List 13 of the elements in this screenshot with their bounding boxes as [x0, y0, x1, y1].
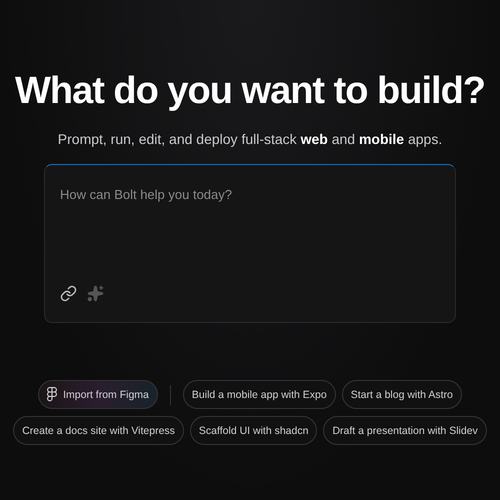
suggestion-chip[interactable]: Build a mobile app with Expo [182, 380, 336, 409]
suggestion-chip[interactable]: Scaffold UI with shadcn [190, 416, 318, 445]
prompt-input[interactable]: How can Bolt help you today? [60, 187, 441, 285]
sparkles-icon[interactable] [87, 285, 104, 302]
suggestion-chip[interactable]: Start a blog with Astro [342, 380, 462, 409]
link-icon[interactable] [60, 285, 77, 302]
import-button[interactable]: Import from Figma [38, 380, 158, 409]
figma-icon [47, 387, 58, 402]
page-heading: What do you want to build? [14, 70, 486, 113]
suggestion-chip[interactable]: Create a docs site with Vitepress [13, 416, 184, 445]
suggestion-chip[interactable]: Draft a presentation with Slidev [323, 416, 487, 445]
page-subheading: Prompt, run, edit, and deploy full-stack web and mobile apps. [58, 131, 442, 147]
prompt-field[interactable]: How can Bolt help you today? [44, 164, 456, 323]
